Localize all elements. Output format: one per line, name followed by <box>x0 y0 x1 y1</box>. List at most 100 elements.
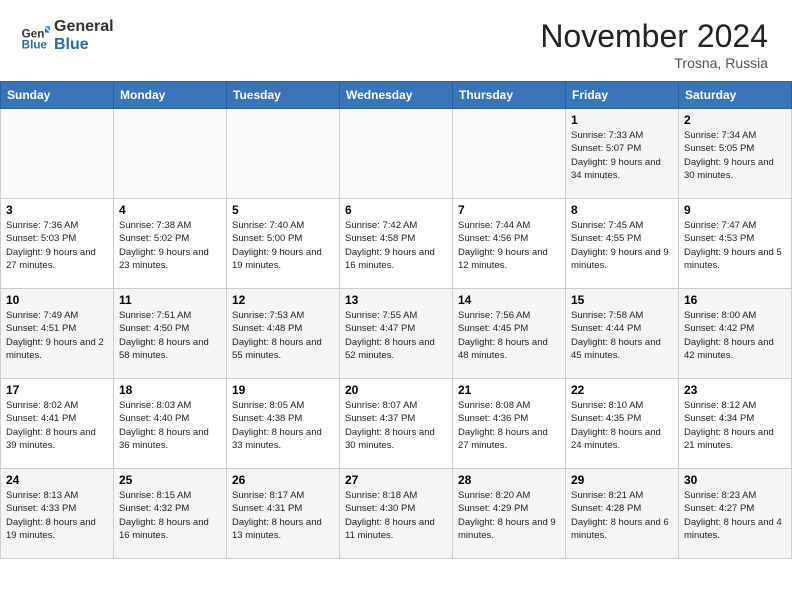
week-row: 3Sunrise: 7:36 AMSunset: 5:03 PMDaylight… <box>1 199 792 289</box>
calendar-cell <box>340 109 453 199</box>
day-number: 10 <box>6 293 108 307</box>
calendar-cell: 3Sunrise: 7:36 AMSunset: 5:03 PMDaylight… <box>1 199 114 289</box>
day-info: Sunrise: 7:38 AMSunset: 5:02 PMDaylight:… <box>119 219 221 272</box>
day-number: 23 <box>684 383 786 397</box>
day-number: 30 <box>684 473 786 487</box>
day-number: 4 <box>119 203 221 217</box>
title-block: November 2024 Trosna, Russia <box>540 18 768 71</box>
calendar-cell: 29 Sunrise: 8:21 AMSunset: 4:28 PMDayligh… <box>566 469 679 559</box>
day-info: Sunrise: 8:21 AMSunset: 4:28 PMDaylight:… <box>571 489 673 542</box>
week-row: 24 Sunrise: 8:13 AMSunset: 4:33 PMDayligh… <box>1 469 792 559</box>
day-number: 6 <box>345 203 447 217</box>
day-info: Sunrise: 7:58 AMSunset: 4:44 PMDaylight:… <box>571 309 673 362</box>
week-row: 1 Sunrise: 7:33 AMSunset: 5:07 PMDaylight… <box>1 109 792 199</box>
day-number: 21 <box>458 383 560 397</box>
day-info: Sunrise: 7:34 AMSunset: 5:05 PMDaylight:… <box>684 129 786 182</box>
day-info: Sunrise: 7:33 AMSunset: 5:07 PMDaylight:… <box>571 129 673 182</box>
day-info: Sunrise: 8:20 AMSunset: 4:29 PMDaylight:… <box>458 489 560 542</box>
calendar-cell <box>114 109 227 199</box>
day-info: Sunrise: 8:18 AMSunset: 4:30 PMDaylight:… <box>345 489 447 542</box>
logo-text: General Blue <box>54 18 114 53</box>
day-number: 27 <box>345 473 447 487</box>
calendar-cell: 7 Sunrise: 7:44 AMSunset: 4:56 PMDaylight… <box>453 199 566 289</box>
day-info: Sunrise: 8:07 AMSunset: 4:37 PMDaylight:… <box>345 399 447 452</box>
calendar-header-saturday: Saturday <box>679 82 792 109</box>
calendar-cell: 28Sunrise: 8:20 AMSunset: 4:29 PMDayligh… <box>453 469 566 559</box>
calendar-cell: 20 Sunrise: 8:07 AMSunset: 4:37 PMDayligh… <box>340 379 453 469</box>
day-number: 16 <box>684 293 786 307</box>
calendar-cell: 27 Sunrise: 8:18 AMSunset: 4:30 PMDayligh… <box>340 469 453 559</box>
calendar-header-row: SundayMondayTuesdayWednesdayThursdayFrid… <box>1 82 792 109</box>
calendar-cell: 6Sunrise: 7:42 AMSunset: 4:58 PMDaylight… <box>340 199 453 289</box>
day-number: 5 <box>232 203 334 217</box>
calendar-cell: 9Sunrise: 7:47 AMSunset: 4:53 PMDaylight… <box>679 199 792 289</box>
calendar-cell: 12Sunrise: 7:53 AMSunset: 4:48 PMDayligh… <box>227 289 340 379</box>
calendar-cell: 4 Sunrise: 7:38 AMSunset: 5:02 PMDaylight… <box>114 199 227 289</box>
calendar-cell: 23 Sunrise: 8:12 AMSunset: 4:34 PMDayligh… <box>679 379 792 469</box>
calendar-cell: 8 Sunrise: 7:45 AMSunset: 4:55 PMDaylight… <box>566 199 679 289</box>
calendar-cell: 26 Sunrise: 8:17 AMSunset: 4:31 PMDayligh… <box>227 469 340 559</box>
calendar-cell: 2Sunrise: 7:34 AMSunset: 5:05 PMDaylight… <box>679 109 792 199</box>
calendar-header-friday: Friday <box>566 82 679 109</box>
day-number: 11 <box>119 293 221 307</box>
day-info: Sunrise: 8:10 AMSunset: 4:35 PMDaylight:… <box>571 399 673 452</box>
day-info: Sunrise: 8:08 AMSunset: 4:36 PMDaylight:… <box>458 399 560 452</box>
day-number: 22 <box>571 383 673 397</box>
calendar-header-sunday: Sunday <box>1 82 114 109</box>
day-number: 18 <box>119 383 221 397</box>
calendar-header-monday: Monday <box>114 82 227 109</box>
calendar-cell: 5Sunrise: 7:40 AMSunset: 5:00 PMDaylight… <box>227 199 340 289</box>
day-number: 8 <box>571 203 673 217</box>
calendar-header-tuesday: Tuesday <box>227 82 340 109</box>
calendar-header-wednesday: Wednesday <box>340 82 453 109</box>
day-info: Sunrise: 8:02 AMSunset: 4:41 PMDaylight:… <box>6 399 108 452</box>
day-info: Sunrise: 7:56 AMSunset: 4:45 PMDaylight:… <box>458 309 560 362</box>
logo-blue-text: Blue <box>54 36 114 54</box>
day-info: Sunrise: 8:05 AMSunset: 4:38 PMDaylight:… <box>232 399 334 452</box>
calendar-cell: 11Sunrise: 7:51 AMSunset: 4:50 PMDayligh… <box>114 289 227 379</box>
calendar-cell: 21 Sunrise: 8:08 AMSunset: 4:36 PMDayligh… <box>453 379 566 469</box>
calendar-cell <box>453 109 566 199</box>
day-number: 29 <box>571 473 673 487</box>
calendar-cell: 18 Sunrise: 8:03 AMSunset: 4:40 PMDayligh… <box>114 379 227 469</box>
day-info: Sunrise: 7:36 AMSunset: 5:03 PMDaylight:… <box>6 219 108 272</box>
day-info: Sunrise: 8:03 AMSunset: 4:40 PMDaylight:… <box>119 399 221 452</box>
day-info: Sunrise: 8:12 AMSunset: 4:34 PMDaylight:… <box>684 399 786 452</box>
day-info: Sunrise: 8:00 AMSunset: 4:42 PMDaylight:… <box>684 309 786 362</box>
day-info: Sunrise: 7:45 AMSunset: 4:55 PMDaylight:… <box>571 219 673 272</box>
header: Gen Blue General Blue November 2024 Tros… <box>0 0 792 81</box>
day-number: 7 <box>458 203 560 217</box>
calendar-cell: 1 Sunrise: 7:33 AMSunset: 5:07 PMDaylight… <box>566 109 679 199</box>
svg-text:Blue: Blue <box>22 38 48 51</box>
logo-icon: Gen Blue <box>20 21 50 51</box>
day-info: Sunrise: 7:47 AMSunset: 4:53 PMDaylight:… <box>684 219 786 272</box>
day-info: Sunrise: 7:49 AMSunset: 4:51 PMDaylight:… <box>6 309 108 362</box>
calendar-cell: 30Sunrise: 8:23 AMSunset: 4:27 PMDayligh… <box>679 469 792 559</box>
day-info: Sunrise: 8:15 AMSunset: 4:32 PMDaylight:… <box>119 489 221 542</box>
calendar-cell: 14Sunrise: 7:56 AMSunset: 4:45 PMDayligh… <box>453 289 566 379</box>
day-info: Sunrise: 7:44 AMSunset: 4:56 PMDaylight:… <box>458 219 560 272</box>
logo: Gen Blue General Blue <box>20 18 114 53</box>
calendar-cell: 22 Sunrise: 8:10 AMSunset: 4:35 PMDayligh… <box>566 379 679 469</box>
day-info: Sunrise: 8:17 AMSunset: 4:31 PMDaylight:… <box>232 489 334 542</box>
calendar-cell: 16 Sunrise: 8:00 AMSunset: 4:42 PMDayligh… <box>679 289 792 379</box>
calendar: SundayMondayTuesdayWednesdayThursdayFrid… <box>0 81 792 559</box>
calendar-header-thursday: Thursday <box>453 82 566 109</box>
calendar-cell <box>227 109 340 199</box>
day-info: Sunrise: 8:13 AMSunset: 4:33 PMDaylight:… <box>6 489 108 542</box>
location: Trosna, Russia <box>540 55 768 71</box>
calendar-cell <box>1 109 114 199</box>
day-number: 19 <box>232 383 334 397</box>
day-info: Sunrise: 7:55 AMSunset: 4:47 PMDaylight:… <box>345 309 447 362</box>
day-number: 15 <box>571 293 673 307</box>
day-number: 26 <box>232 473 334 487</box>
calendar-cell: 15 Sunrise: 7:58 AMSunset: 4:44 PMDayligh… <box>566 289 679 379</box>
day-number: 17 <box>6 383 108 397</box>
day-number: 24 <box>6 473 108 487</box>
day-number: 20 <box>345 383 447 397</box>
day-number: 1 <box>571 113 673 127</box>
calendar-cell: 25Sunrise: 8:15 AMSunset: 4:32 PMDayligh… <box>114 469 227 559</box>
month-title: November 2024 <box>540 18 768 55</box>
week-row: 17 Sunrise: 8:02 AMSunset: 4:41 PMDayligh… <box>1 379 792 469</box>
day-number: 12 <box>232 293 334 307</box>
